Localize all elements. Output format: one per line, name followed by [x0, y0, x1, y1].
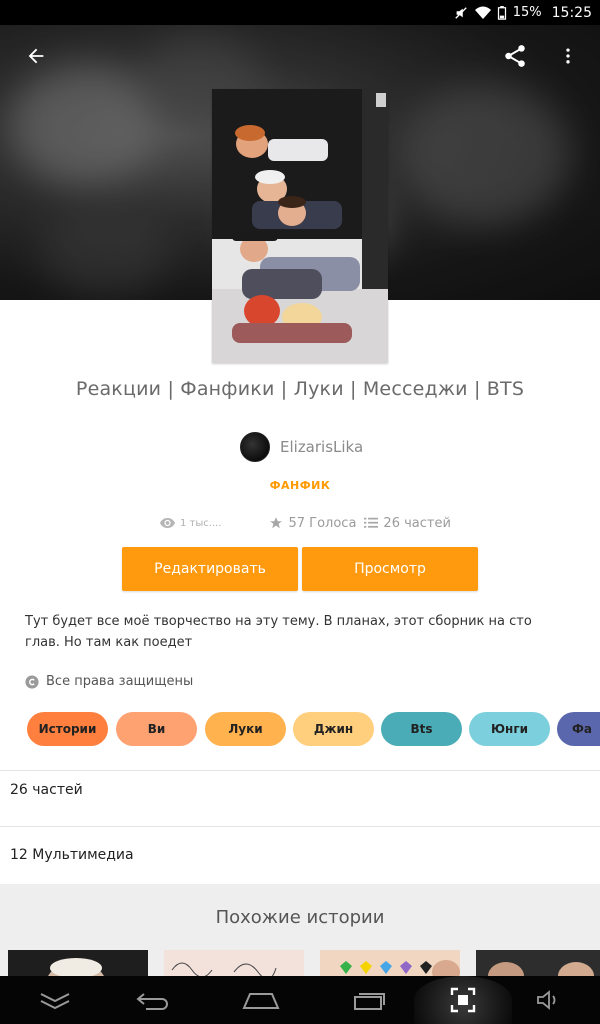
tag-label: Ви: [147, 722, 166, 736]
clock: 15:25: [551, 4, 592, 21]
mute-icon: [455, 6, 467, 19]
home-button[interactable]: [236, 976, 286, 1024]
similar-story-thumbnail[interactable]: [164, 950, 304, 976]
copyright-notice: Все права защищены: [25, 674, 193, 689]
votes-stat: 57 Голоса: [269, 516, 356, 531]
hide-keyboard-button[interactable]: [30, 976, 80, 1024]
more-options-button[interactable]: [552, 40, 584, 72]
parts-stat: 26 частей: [364, 516, 451, 531]
share-icon: [505, 45, 525, 67]
tag-chip[interactable]: Луки: [205, 712, 286, 746]
tag-label: Фа: [572, 722, 592, 736]
similar-story-thumbnail[interactable]: [476, 950, 600, 976]
reads-stat: 1 тыс....: [160, 517, 221, 529]
back-button[interactable]: [20, 40, 52, 72]
tag-label: Юнги: [490, 722, 529, 736]
volume-button[interactable]: [526, 976, 570, 1024]
wifi-icon: [474, 6, 491, 19]
tag-chip[interactable]: Истории: [27, 712, 108, 746]
genre-label[interactable]: ФАНФИК: [0, 479, 600, 492]
copyright-icon: [25, 674, 39, 689]
screenshot-button[interactable]: [414, 976, 512, 1024]
edit-button[interactable]: Редактировать: [122, 547, 298, 591]
back-icon: [136, 993, 168, 1010]
tag-label: Джин: [313, 722, 354, 736]
thumbnail-image: [48, 958, 104, 976]
tag-chip[interactable]: Ви: [116, 712, 197, 746]
arrow-left-icon: [28, 48, 44, 64]
parts-count: 26 частей: [383, 515, 451, 531]
thumbnail-image: [340, 960, 460, 976]
thumbnail-image: [171, 962, 277, 976]
battery-icon: [497, 5, 506, 20]
story-description: Тут будет все моё творчество на эту тему…: [25, 614, 532, 650]
cover-photo: [212, 89, 388, 363]
similar-story-thumbnail[interactable]: [320, 950, 460, 976]
battery-percent: 15%: [512, 5, 542, 20]
share-button[interactable]: [499, 40, 531, 72]
reads-count: 1 тыс....: [180, 517, 222, 529]
tag-label: Луки: [228, 722, 263, 736]
similar-stories-section: Похожие истории: [0, 884, 600, 976]
tag-chip[interactable]: Bts: [381, 712, 462, 746]
recent-apps-button[interactable]: [345, 976, 395, 1024]
star-icon: [270, 517, 283, 529]
parts-list-row[interactable]: 26 частей: [10, 782, 83, 798]
similar-stories-title: Похожие истории: [215, 907, 385, 928]
tag-list: Истории Ви Луки Джин Bts Юнги Фа: [27, 712, 600, 746]
back-nav-button[interactable]: [128, 976, 178, 1024]
home-icon: [242, 993, 280, 1009]
votes-count: 57 Голоса: [288, 515, 357, 531]
divider: [0, 770, 600, 771]
fullscreen-icon: [450, 987, 476, 1013]
status-bar: 15% 15:25: [0, 0, 600, 25]
author-name[interactable]: ElizarisLika: [280, 438, 363, 456]
double-chevron-down-icon: [40, 993, 70, 1010]
copyright-text: Все права защищены: [46, 674, 194, 689]
tag-label: Истории: [38, 722, 97, 736]
story-stats: 1 тыс.... 57 Голоса 26 частей: [160, 514, 451, 532]
recent-apps-icon: [354, 993, 385, 1010]
thumbnail-image: [488, 962, 594, 976]
similar-story-thumbnail[interactable]: [8, 950, 148, 976]
avatar[interactable]: [240, 432, 270, 462]
media-row[interactable]: 12 Мультимедиа: [10, 847, 134, 863]
story-title: Реакции | Фанфики | Луки | Месседжи | BT…: [75, 378, 525, 400]
more-vert-icon: [566, 48, 570, 64]
eye-icon: [160, 518, 175, 528]
tag-label: Bts: [410, 722, 433, 736]
view-button[interactable]: Просмотр: [302, 547, 478, 591]
tag-chip[interactable]: Фа: [557, 712, 600, 746]
divider: [0, 826, 600, 827]
author-link[interactable]: ElizarisLika: [240, 432, 363, 462]
tag-chip[interactable]: Джин: [293, 712, 374, 746]
tag-chip[interactable]: Юнги: [469, 712, 550, 746]
story-cover-image[interactable]: [212, 89, 388, 363]
list-icon: [364, 517, 379, 528]
volume-icon: [537, 990, 556, 1010]
system-navigation-bar: [0, 976, 600, 1024]
